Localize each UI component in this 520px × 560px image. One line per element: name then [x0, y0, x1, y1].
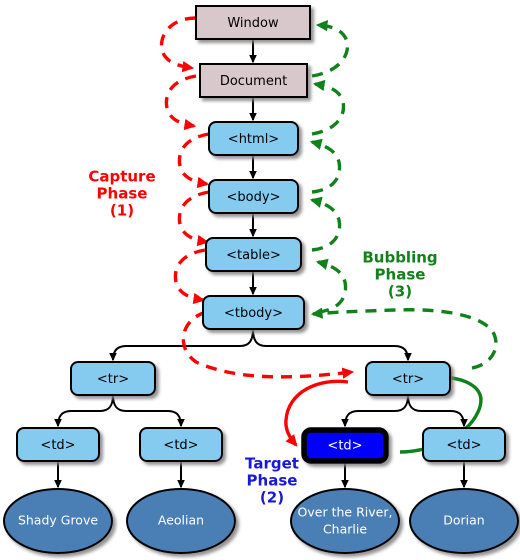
node-td-2-label: <td> — [163, 438, 198, 453]
node-table[interactable]: <table> — [205, 237, 302, 272]
node-html-label: <html> — [228, 132, 279, 147]
dom-event-flow-diagram: Window Document <html> <body> <table> <t… — [3, 5, 519, 554]
node-td-target[interactable]: <td> — [301, 427, 389, 464]
leaf-over-the-river-charlie[interactable]: Over the River, Charlie — [290, 488, 400, 554]
leaf-shady-grove-label: Shady Grove — [18, 513, 98, 528]
capture-arrow-body-table — [177, 190, 210, 247]
leaf-dorian-label: Dorian — [443, 513, 484, 528]
leaf-dorian[interactable]: Dorian — [409, 488, 519, 554]
label-target-phase-line3: (2) — [260, 489, 284, 507]
label-capture-phase-line2: Phase — [97, 185, 148, 203]
capture-arrow-window-document — [159, 16, 197, 73]
label-target-phase-line2: Phase — [247, 472, 298, 490]
capture-arrow-table-tbody — [173, 248, 206, 305]
bubbling-arrow-html-document — [311, 79, 346, 136]
bubbling-arrow-tbody-table — [315, 258, 348, 314]
node-td-target-label: <td> — [327, 439, 362, 454]
bubbling-arrow-table-body — [309, 196, 342, 252]
leaf-aeolian-label: Aeolian — [158, 513, 204, 528]
label-target-phase-line1: Target — [245, 455, 299, 473]
label-bubbling-phase: Bubbling Phase (3) — [362, 249, 437, 301]
node-td-4-label: <td> — [446, 438, 481, 453]
node-body[interactable]: <body> — [208, 179, 299, 214]
label-target-phase: Target Phase (2) — [245, 455, 299, 507]
node-tr-right[interactable]: <tr> — [365, 361, 451, 396]
node-window[interactable]: Window — [195, 5, 311, 40]
label-capture-phase: Capture Phase (1) — [88, 168, 155, 220]
node-window-label: Window — [227, 16, 279, 31]
leaf-aeolian[interactable]: Aeolian — [126, 488, 236, 554]
diagram-canvas: Window Document <html> <body> <table> <t… — [0, 0, 520, 560]
bubbling-arrow-tr-tbody — [310, 307, 498, 370]
edge-tr-left-td2 — [112, 394, 185, 428]
edge-tr-right-td3 — [341, 394, 409, 428]
capture-arrow-html-body — [177, 132, 210, 189]
label-capture-phase-line1: Capture — [88, 168, 155, 186]
node-tr-left[interactable]: <tr> — [70, 361, 156, 396]
bubbling-arrow-body-html — [309, 138, 342, 194]
node-tr-right-label: <tr> — [392, 372, 424, 387]
label-bubbling-phase-line3: (3) — [388, 283, 412, 301]
edge-tbody-tr-right — [252, 328, 412, 362]
edge-tr-right-td4 — [407, 394, 468, 428]
node-document[interactable]: Document — [199, 63, 308, 98]
node-tbody-label: <tbody> — [224, 306, 283, 321]
leaf-over-the-river-charlie-label-line2: Charlie — [323, 522, 367, 537]
node-tr-left-label: <tr> — [97, 372, 129, 387]
node-td-1-label: <td> — [40, 438, 75, 453]
node-td-4[interactable]: <td> — [422, 427, 506, 462]
capture-arrow-document-html — [164, 74, 197, 131]
leaf-over-the-river-charlie-label-line1: Over the River, — [298, 505, 393, 520]
label-bubbling-phase-line2: Phase — [375, 266, 426, 284]
node-body-label: <body> — [227, 190, 281, 205]
edge-tr-left-td1 — [54, 394, 114, 428]
node-td-1[interactable]: <td> — [16, 427, 100, 462]
node-td-2[interactable]: <td> — [139, 427, 223, 462]
label-bubbling-phase-line1: Bubbling — [362, 249, 437, 267]
bubbling-arrow-document-window — [311, 20, 350, 78]
bubbling-phase-arrows — [309, 20, 498, 370]
leaf-shady-grove[interactable]: Shady Grove — [3, 488, 113, 554]
node-tbody[interactable]: <tbody> — [202, 295, 305, 330]
node-html[interactable]: <html> — [208, 121, 299, 156]
node-document-label: Document — [220, 74, 287, 89]
node-table-label: <table> — [226, 248, 281, 263]
label-capture-phase-line3: (1) — [110, 202, 134, 220]
